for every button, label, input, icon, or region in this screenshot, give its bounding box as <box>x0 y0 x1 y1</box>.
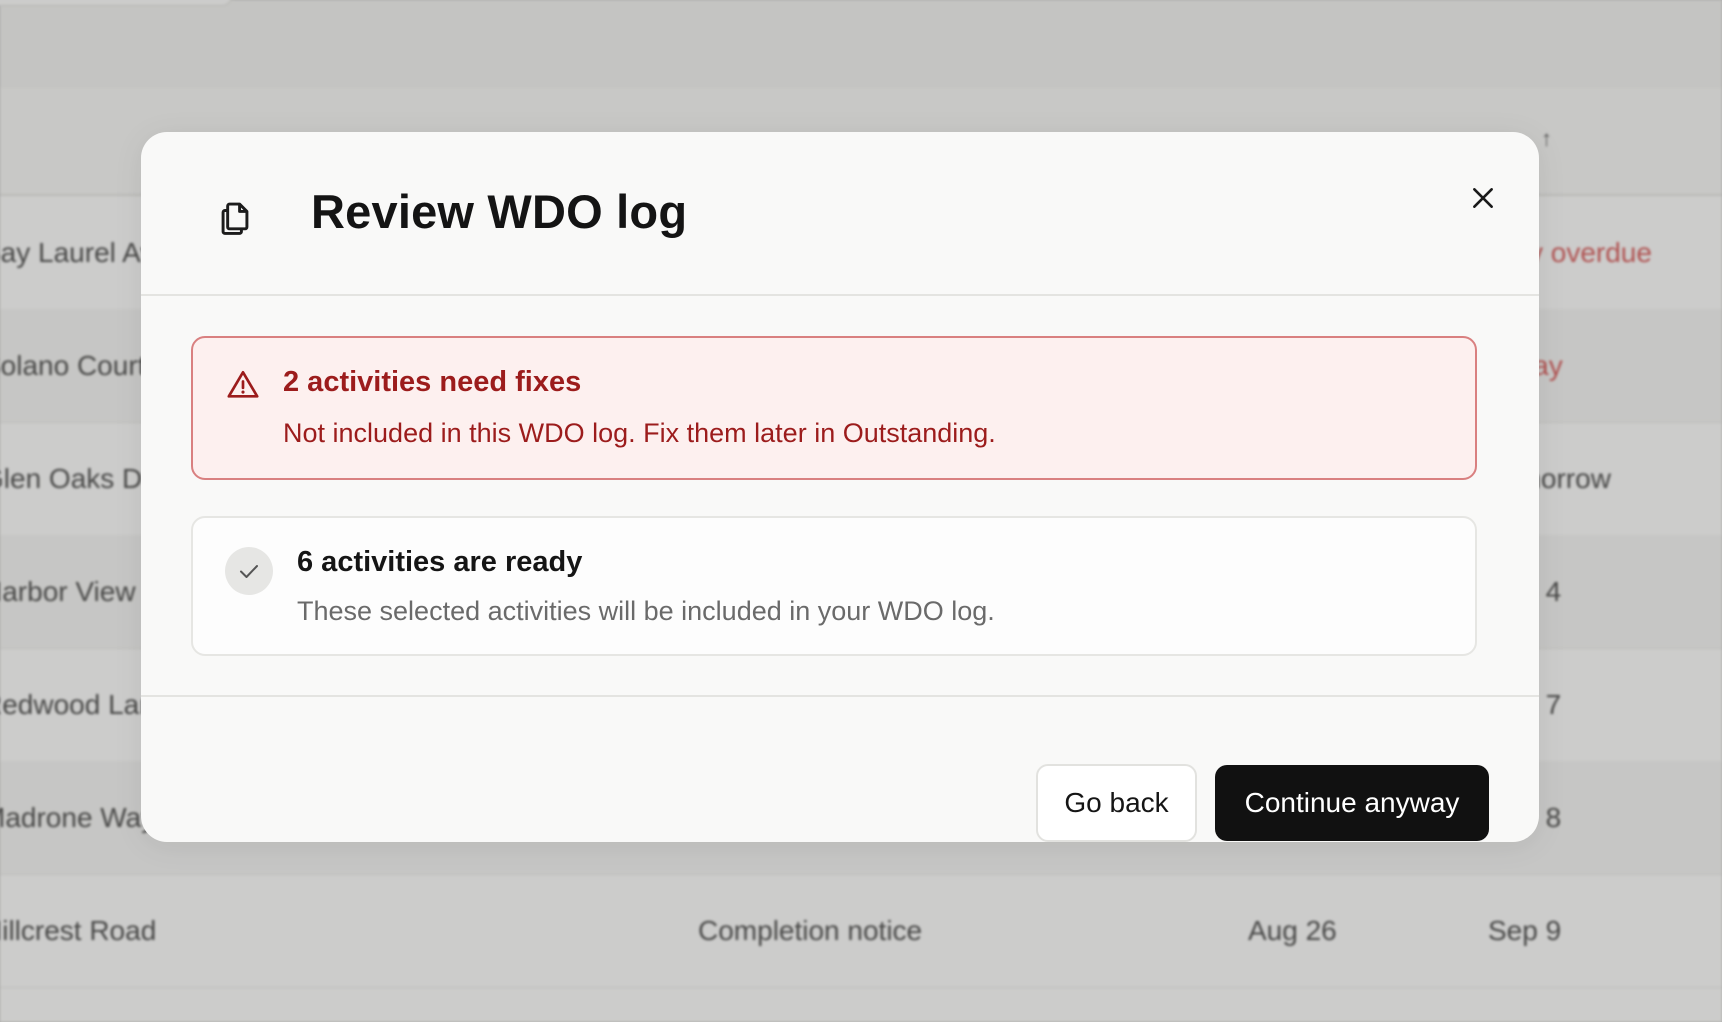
copy-document-icon <box>221 202 249 235</box>
fixes-needed-title: 2 activities need fixes <box>283 366 582 398</box>
dialog-footer: Go back Continue anyway <box>141 695 1539 842</box>
fixes-needed-description: Not included in this WDO log. Fix them l… <box>283 418 996 448</box>
close-icon <box>1473 188 1493 208</box>
check-icon <box>240 565 258 578</box>
dialog-header: Review WDO log <box>141 132 1539 296</box>
review-wdo-log-dialog: Review WDO log 2 activities need fixes N… <box>141 132 1539 842</box>
continue-anyway-button[interactable]: Continue anyway <box>1215 765 1489 841</box>
warning-triangle-icon <box>227 370 259 398</box>
activities-ready-card: 6 activities are ready These selected ac… <box>191 516 1477 656</box>
dialog-title: Review WDO log <box>311 185 688 238</box>
activities-ready-description: These selected activities will be includ… <box>297 596 995 626</box>
activities-ready-title: 6 activities are ready <box>297 546 583 578</box>
check-badge <box>225 547 273 595</box>
go-back-button[interactable]: Go back <box>1036 764 1197 842</box>
fixes-needed-alert: 2 activities need fixes Not included in … <box>191 336 1477 480</box>
close-button[interactable] <box>1459 174 1507 222</box>
